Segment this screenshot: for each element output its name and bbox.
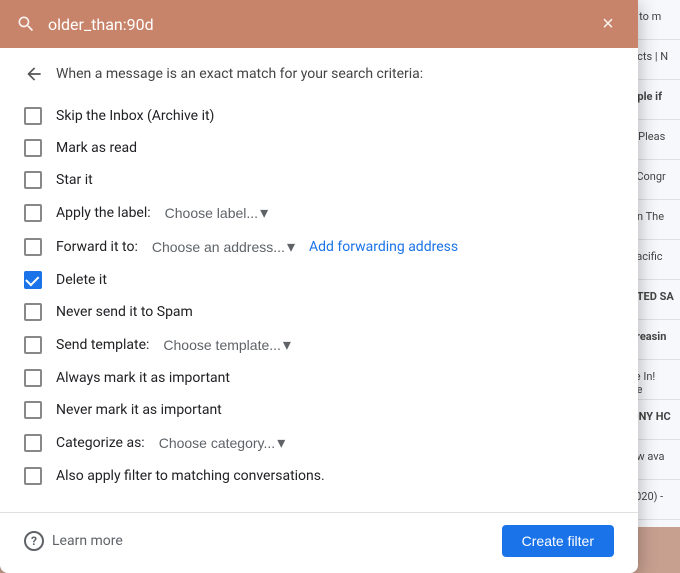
label-apply-label: Apply the label: — [56, 205, 151, 221]
dialog-description: When a message is an exact match for you… — [56, 66, 423, 82]
select-label-dropdown[interactable]: Choose label... ▾ — [165, 203, 268, 223]
option-delete-it: Delete it — [24, 264, 614, 296]
option-forward-it: Forward it to: Choose an address... ▾ Ad… — [24, 230, 614, 264]
option-apply-label: Apply the label: Choose label... ▾ — [24, 196, 614, 230]
label-forward-it: Forward it to: — [56, 239, 138, 255]
dialog-content: When a message is an exact match for you… — [0, 48, 638, 508]
filter-dialog: older_than:90d × When a message is an ex… — [0, 0, 638, 573]
back-arrow[interactable] — [24, 64, 44, 84]
label-always-important: Always mark it as important — [56, 370, 230, 386]
select-address-dropdown[interactable]: Choose an address... ▾ — [152, 237, 295, 257]
search-icon — [16, 14, 36, 34]
filter-options-list: Skip the Inbox (Archive it) Mark as read… — [24, 100, 614, 492]
learn-more-section: ? Learn more — [24, 531, 123, 551]
option-categorize: Categorize as: Choose category... ▾ — [24, 426, 614, 460]
checkbox-never-spam[interactable] — [24, 303, 42, 321]
search-query[interactable]: older_than:90d — [48, 15, 582, 34]
label-never-spam: Never send it to Spam — [56, 304, 193, 320]
option-skip-inbox: Skip the Inbox (Archive it) — [24, 100, 614, 132]
dialog-footer: ? Learn more Create filter — [0, 512, 638, 573]
label-delete-it: Delete it — [56, 272, 107, 288]
label-skip-inbox: Skip the Inbox (Archive it) — [56, 108, 214, 124]
checkbox-forward-it[interactable] — [24, 238, 42, 256]
checkbox-also-apply[interactable] — [24, 467, 42, 485]
checkbox-star-it[interactable] — [24, 171, 42, 189]
create-filter-button[interactable]: Create filter — [502, 525, 614, 557]
option-also-apply: Also apply filter to matching conversati… — [24, 460, 614, 492]
help-icon[interactable]: ? — [24, 531, 44, 551]
label-mark-as-read: Mark as read — [56, 140, 137, 156]
checkbox-mark-as-read[interactable] — [24, 139, 42, 157]
search-bar: older_than:90d × — [0, 0, 638, 48]
checkbox-never-important[interactable] — [24, 401, 42, 419]
select-category-dropdown[interactable]: Choose category... ▾ — [159, 433, 286, 453]
option-send-template: Send template: Choose template... ▾ — [24, 328, 614, 362]
option-never-important: Never mark it as important — [24, 394, 614, 426]
checkbox-delete-it[interactable] — [24, 271, 42, 289]
add-forwarding-link[interactable]: Add forwarding address — [309, 239, 458, 255]
back-row: When a message is an exact match for you… — [24, 64, 614, 84]
checkbox-categorize[interactable] — [24, 434, 42, 452]
label-send-template: Send template: — [56, 337, 149, 353]
chevron-down-icon: ▾ — [277, 433, 285, 453]
learn-more-link[interactable]: Learn more — [52, 533, 123, 549]
option-never-spam: Never send it to Spam — [24, 296, 614, 328]
option-mark-as-read: Mark as read — [24, 132, 614, 164]
label-categorize: Categorize as: — [56, 435, 145, 451]
label-star-it: Star it — [56, 172, 93, 188]
checkbox-skip-inbox[interactable] — [24, 107, 42, 125]
close-button[interactable]: × — [594, 10, 622, 38]
option-star-it: Star it — [24, 164, 614, 196]
option-always-important: Always mark it as important — [24, 362, 614, 394]
chevron-down-icon: ▾ — [287, 237, 295, 257]
label-never-important: Never mark it as important — [56, 402, 222, 418]
label-also-apply: Also apply filter to matching conversati… — [56, 468, 325, 484]
select-template-dropdown[interactable]: Choose template... ▾ — [163, 335, 291, 355]
chevron-down-icon: ▾ — [283, 335, 291, 355]
checkbox-send-template[interactable] — [24, 336, 42, 354]
checkbox-always-important[interactable] — [24, 369, 42, 387]
checkbox-apply-label[interactable] — [24, 204, 42, 222]
chevron-down-icon: ▾ — [260, 203, 268, 223]
